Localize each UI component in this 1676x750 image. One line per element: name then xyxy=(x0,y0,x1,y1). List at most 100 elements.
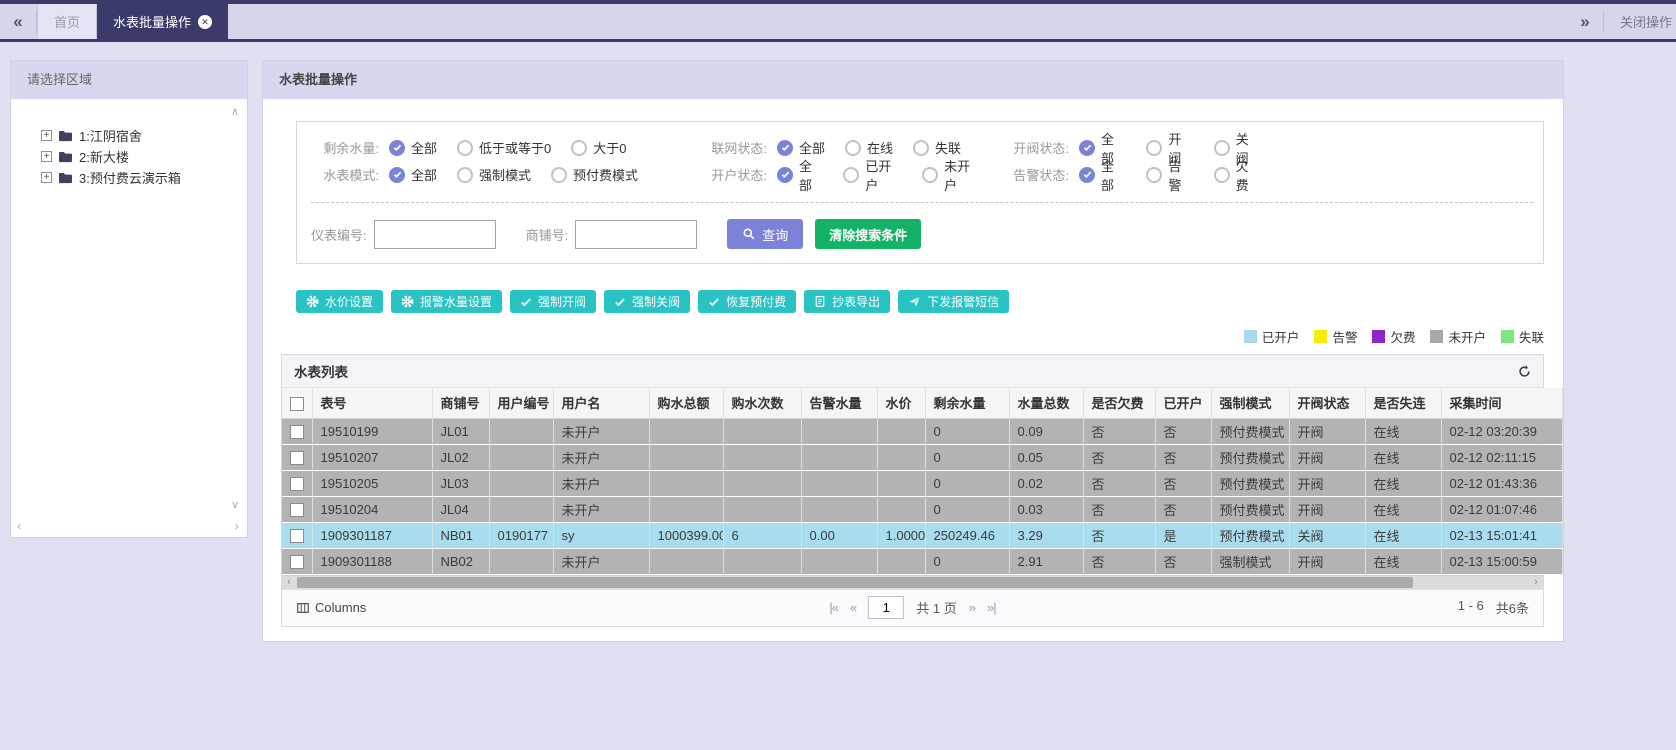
legend-item: 未开户 xyxy=(1430,327,1486,346)
table-row[interactable]: 19510205JL03未开户00.02否否预付费模式开阀在线02-12 01:… xyxy=(282,470,1562,496)
table-row[interactable]: 19510207JL02未开户00.05否否预付费模式开阀在线02-12 02:… xyxy=(282,444,1562,470)
expand-icon[interactable]: + xyxy=(41,151,52,162)
table-cell: 未开户 xyxy=(553,470,649,496)
select-all-checkbox[interactable] xyxy=(290,397,304,411)
next-page-icon[interactable]: » xyxy=(969,600,975,615)
radio-option[interactable]: 在线 xyxy=(845,138,893,157)
shop-no-label: 商铺号: xyxy=(526,225,569,244)
action-button-label: 抄表导出 xyxy=(832,293,880,310)
filter-group-label: 水表模式: xyxy=(311,165,379,184)
table-cell xyxy=(877,444,925,470)
last-page-icon[interactable]: »| xyxy=(987,600,996,615)
close-operation-button[interactable]: 关闭操作 xyxy=(1604,4,1676,39)
refresh-icon[interactable] xyxy=(1518,365,1531,378)
close-tab-icon[interactable]: ✕ xyxy=(198,15,212,29)
expand-icon[interactable]: + xyxy=(41,130,52,141)
clear-search-button[interactable]: 清除搜索条件 xyxy=(815,219,921,249)
table-cell: 19510204 xyxy=(312,496,432,522)
row-checkbox[interactable] xyxy=(290,451,304,465)
table-row[interactable]: 19510204JL04未开户00.03否否预付费模式开阀在线02-12 01:… xyxy=(282,496,1562,522)
radio-option[interactable]: 已开户 xyxy=(843,156,902,194)
expand-icon[interactable]: + xyxy=(41,172,52,183)
radio-option[interactable]: 全部 xyxy=(389,138,437,157)
column-header: 采集时间 xyxy=(1441,388,1562,418)
radio-option[interactable]: 全部 xyxy=(1079,156,1126,194)
tree-scroll-down-icon[interactable]: ∨ xyxy=(231,498,239,511)
query-button[interactable]: 查询 xyxy=(727,219,803,249)
table-cell: 02-13 15:00:59 xyxy=(1441,548,1562,574)
radio-option[interactable]: 预付费模式 xyxy=(551,165,638,184)
action-button[interactable]: 强制关阀 xyxy=(604,290,690,313)
prev-page-icon[interactable]: « xyxy=(850,600,856,615)
scrollbar-thumb[interactable] xyxy=(297,577,1413,588)
dashed-divider xyxy=(311,202,1533,203)
meter-no-input[interactable] xyxy=(374,220,496,249)
radio-option[interactable]: 强制模式 xyxy=(457,165,531,184)
table-cell xyxy=(801,496,877,522)
row-checkbox[interactable] xyxy=(290,529,304,543)
radio-option[interactable]: 欠费 xyxy=(1214,156,1261,194)
radio-unchecked-icon xyxy=(571,140,587,156)
row-checkbox[interactable] xyxy=(290,555,304,569)
action-button[interactable]: 下发报警短信 xyxy=(898,290,1009,313)
column-header: 商铺号 xyxy=(432,388,489,418)
tree-scroll-right-icon[interactable]: › xyxy=(235,518,239,533)
filter-group-label: 开阀状态: xyxy=(1001,138,1069,157)
tree-item[interactable]: +3:预付费云演示箱 xyxy=(41,167,247,188)
radio-option[interactable]: 未开户 xyxy=(922,156,981,194)
gear-icon xyxy=(401,295,414,308)
table-cell: 0.09 xyxy=(1009,418,1083,444)
table-row[interactable]: 1909301188NB02未开户02.91否否强制模式开阀在线02-13 15… xyxy=(282,548,1562,574)
action-button[interactable]: 水价设置 xyxy=(296,290,383,313)
tree-scroll-left-icon[interactable]: ‹ xyxy=(17,518,21,533)
table-cell: 在线 xyxy=(1365,496,1441,522)
scrollbar-left-icon[interactable]: ‹ xyxy=(282,576,296,589)
radio-option[interactable]: 全部 xyxy=(777,156,823,194)
radio-option[interactable]: 全部 xyxy=(389,165,437,184)
scroll-tabs-right-icon[interactable]: » xyxy=(1567,4,1603,39)
row-select-cell xyxy=(282,522,312,548)
tree-item-label: 2:新大楼 xyxy=(79,147,129,166)
columns-button[interactable]: Columns xyxy=(296,600,366,615)
table-cell xyxy=(489,496,553,522)
table-row[interactable]: 1909301187NB010190177sy1000399.0060.001.… xyxy=(282,522,1562,548)
table-cell: 19510207 xyxy=(312,444,432,470)
action-button-label: 强制关阀 xyxy=(632,293,680,310)
action-button[interactable]: 恢复预付费 xyxy=(698,290,796,313)
radio-option-label: 大于0 xyxy=(593,138,626,157)
radio-checked-icon xyxy=(1079,140,1095,156)
shop-no-input[interactable] xyxy=(575,220,697,249)
radio-option[interactable]: 大于0 xyxy=(571,138,626,157)
scroll-tabs-left-icon[interactable]: « xyxy=(0,4,36,39)
status-legend: 已开户告警欠费未开户失联 xyxy=(263,327,1544,346)
radio-option[interactable]: 低于或等于0 xyxy=(457,138,551,157)
radio-option[interactable]: 告警 xyxy=(1146,156,1193,194)
radio-checked-icon xyxy=(389,167,405,183)
tab-active-label: 水表批量操作 xyxy=(113,12,191,31)
tree-item[interactable]: +2:新大楼 xyxy=(41,146,247,167)
column-header: 告警水量 xyxy=(801,388,877,418)
tab-water-meter-batch[interactable]: 水表批量操作 ✕ xyxy=(97,4,228,39)
table-cell: NB01 xyxy=(432,522,489,548)
legend-item: 欠费 xyxy=(1372,327,1415,346)
action-button[interactable]: 抄表导出 xyxy=(804,290,890,313)
action-button[interactable]: 强制开阀 xyxy=(510,290,596,313)
radio-unchecked-icon xyxy=(1214,140,1230,156)
tree-item[interactable]: +1:江阴宿舍 xyxy=(41,125,247,146)
radio-option-label: 预付费模式 xyxy=(573,165,638,184)
table-row[interactable]: 19510199JL01未开户00.09否否预付费模式开阀在线02-12 03:… xyxy=(282,418,1562,444)
tree-scroll-up-icon[interactable]: ∧ xyxy=(231,105,239,118)
first-page-icon[interactable]: |« xyxy=(829,600,838,615)
row-checkbox[interactable] xyxy=(290,477,304,491)
radio-option[interactable]: 失联 xyxy=(913,138,961,157)
table-cell: 预付费模式 xyxy=(1211,444,1289,470)
row-checkbox[interactable] xyxy=(290,425,304,439)
scrollbar-right-icon[interactable]: › xyxy=(1529,576,1543,589)
tab-home[interactable]: 首页 xyxy=(37,4,97,39)
radio-option[interactable]: 全部 xyxy=(777,138,825,157)
horizontal-scrollbar[interactable]: ‹ › xyxy=(282,575,1543,589)
action-button[interactable]: 报警水量设置 xyxy=(391,290,502,313)
page-number-input[interactable] xyxy=(868,596,904,619)
row-checkbox[interactable] xyxy=(290,503,304,517)
table-cell: 02-12 03:20:39 xyxy=(1441,418,1562,444)
